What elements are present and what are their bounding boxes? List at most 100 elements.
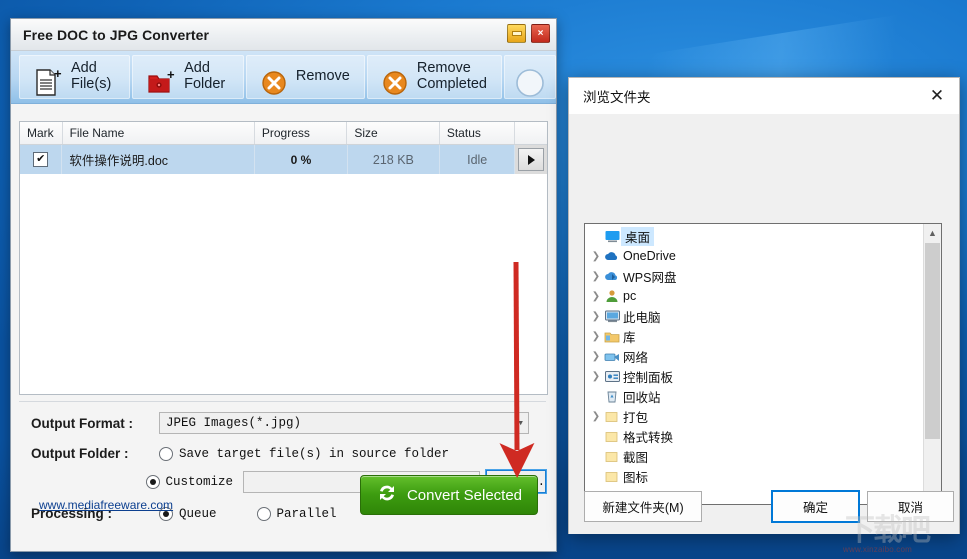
radio-customize-label: Customize xyxy=(165,474,234,489)
dialog-footer: 新建文件夹(M) 确定 取消 xyxy=(569,478,959,534)
column-header-progress[interactable]: Progress xyxy=(255,122,348,144)
chevron-down-icon: ▾ xyxy=(517,418,524,430)
column-header-filename[interactable]: File Name xyxy=(63,122,255,144)
wps-cloud-icon xyxy=(603,270,621,282)
radio-customize[interactable]: Customize xyxy=(145,474,234,489)
tree-item-folder-format-convert[interactable]: 格式转换 xyxy=(585,426,923,446)
cancel-button[interactable]: 取消 xyxy=(867,490,954,522)
help-button[interactable] xyxy=(504,55,556,99)
svg-text:+: + xyxy=(167,68,175,82)
website-link[interactable]: www.mediafreeware.com xyxy=(39,498,173,512)
tree-item-onedrive[interactable]: ❯ OneDrive xyxy=(585,246,923,266)
folder-tree: 桌面 ❯ OneDrive ❯ WPS网盘 ❯ pc ❯ 此电脑 ❯ 库 ❯ 网… xyxy=(584,223,942,505)
remove-completed-label: Remove Completed xyxy=(416,60,487,92)
add-folder-button[interactable]: + Add Folder xyxy=(132,55,244,99)
row-checkbox[interactable]: ✔ xyxy=(33,152,49,167)
network-icon xyxy=(603,350,621,363)
folder-tree-list: 桌面 ❯ OneDrive ❯ WPS网盘 ❯ pc ❯ 此电脑 ❯ 库 ❯ 网… xyxy=(585,224,923,504)
tree-label: 桌面 xyxy=(621,226,655,246)
chevron-right-icon[interactable]: ❯ xyxy=(589,251,603,262)
browse-folder-dialog: 浏览文件夹 ✕ 桌面 ❯ OneDrive ❯ WPS网盘 ❯ pc ❯ 此电脑… xyxy=(568,77,960,534)
scroll-up-icon[interactable]: ▲ xyxy=(924,224,941,241)
control-panel-icon xyxy=(603,370,621,383)
add-files-label: Add File(s) xyxy=(71,60,112,92)
remove-completed-x-icon xyxy=(382,54,408,100)
remove-completed-button[interactable]: Remove Completed xyxy=(366,54,502,100)
output-folder-label: Output Folder : xyxy=(31,446,129,461)
row-mark-cell: ✔ xyxy=(20,145,63,174)
tree-scrollbar[interactable]: ▲ ▼ xyxy=(923,224,941,504)
radio-parallel[interactable]: Parallel xyxy=(256,506,337,521)
tree-item-folder-screenshot[interactable]: 截图 xyxy=(585,446,923,466)
window-controls: × xyxy=(507,24,550,43)
tree-label: WPS网盘 xyxy=(623,270,677,285)
folder-icon xyxy=(603,410,621,423)
svg-text:+: + xyxy=(54,68,62,81)
column-header-mark[interactable]: Mark xyxy=(20,122,63,144)
radio-parallel-label: Parallel xyxy=(276,506,337,521)
help-circle-icon xyxy=(515,52,545,102)
toolbar: + Add File(s) + Add Folder Remove Remove… xyxy=(11,51,556,104)
scrollbar-thumb[interactable] xyxy=(925,243,940,439)
tree-item-recycle-bin[interactable]: 回收站 xyxy=(585,386,923,406)
tree-item-library[interactable]: ❯ 库 xyxy=(585,326,923,346)
title-bar: Free DOC to JPG Converter × xyxy=(11,19,556,51)
user-icon xyxy=(603,289,621,303)
scrollbar-track[interactable] xyxy=(924,241,941,487)
chevron-right-icon[interactable]: ❯ xyxy=(589,411,603,422)
remove-x-icon xyxy=(261,54,287,100)
convert-selected-button[interactable]: Convert Selected xyxy=(360,475,538,515)
document-add-icon: + xyxy=(34,52,62,102)
tree-label: 此电脑 xyxy=(623,310,661,325)
new-folder-button[interactable]: 新建文件夹(M) xyxy=(584,490,702,522)
radio-source-folder[interactable]: Save target file(s) in source folder xyxy=(159,446,449,461)
main-application-window: Free DOC to JPG Converter × + Add File(s… xyxy=(10,18,557,552)
tree-item-network[interactable]: ❯ 网络 xyxy=(585,346,923,366)
output-format-select[interactable]: JPEG Images(*.jpg) ▾ xyxy=(159,412,529,434)
tree-item-control-panel[interactable]: ❯ 控制面板 xyxy=(585,366,923,386)
minimize-button[interactable] xyxy=(507,24,526,43)
watermark-text: www.xinzaibo.com xyxy=(843,545,913,554)
chevron-right-icon[interactable]: ❯ xyxy=(589,331,603,342)
close-icon[interactable]: ✕ xyxy=(915,78,959,114)
column-header-action xyxy=(515,122,547,144)
convert-refresh-icon xyxy=(376,482,398,508)
tree-item-folder-dabao[interactable]: ❯ 打包 xyxy=(585,406,923,426)
tree-label: 控制面板 xyxy=(623,370,674,385)
chevron-right-icon[interactable]: ❯ xyxy=(589,351,603,362)
library-icon xyxy=(603,330,621,343)
tree-item-wps-cloud[interactable]: ❯ WPS网盘 xyxy=(585,266,923,286)
desktop-icon xyxy=(603,230,621,243)
row-status: Idle xyxy=(440,145,516,174)
output-format-label: Output Format : xyxy=(31,415,133,431)
play-icon[interactable] xyxy=(518,148,545,171)
chevron-right-icon[interactable]: ❯ xyxy=(589,291,603,302)
chevron-right-icon[interactable]: ❯ xyxy=(589,311,603,322)
chevron-right-icon[interactable]: ❯ xyxy=(589,371,603,382)
file-list-header: Mark File Name Progress Size Status xyxy=(20,122,547,145)
tree-label: 格式转换 xyxy=(623,430,674,445)
column-header-status[interactable]: Status xyxy=(440,122,516,144)
column-header-size[interactable]: Size xyxy=(347,122,440,144)
tree-item-desktop[interactable]: 桌面 xyxy=(585,226,923,246)
dialog-title-bar: 浏览文件夹 ✕ xyxy=(569,78,959,115)
dialog-body: 桌面 ❯ OneDrive ❯ WPS网盘 ❯ pc ❯ 此电脑 ❯ 库 ❯ 网… xyxy=(569,115,959,534)
folder-add-icon: + xyxy=(147,52,175,102)
tree-item-pc-user[interactable]: ❯ pc xyxy=(585,286,923,306)
radio-queue-label: Queue xyxy=(179,506,217,521)
recycle-bin-icon xyxy=(603,389,621,403)
chevron-right-icon[interactable]: ❯ xyxy=(589,271,603,282)
ok-button[interactable]: 确定 xyxy=(771,489,860,523)
table-row[interactable]: ✔ 软件操作说明.doc 0 % 218 KB Idle xyxy=(20,145,548,174)
add-files-button[interactable]: + Add File(s) xyxy=(19,52,131,102)
this-pc-icon xyxy=(603,310,621,323)
tree-label: 打包 xyxy=(623,410,649,425)
onedrive-cloud-icon xyxy=(603,250,621,262)
folder-icon xyxy=(603,450,621,463)
tree-item-this-pc[interactable]: ❯ 此电脑 xyxy=(585,306,923,326)
file-list: Mark File Name Progress Size Status ✔ 软件… xyxy=(19,121,548,395)
radio-source-folder-indicator xyxy=(159,446,173,461)
remove-button[interactable]: Remove xyxy=(245,54,365,100)
row-action-cell xyxy=(515,145,548,174)
close-button[interactable]: × xyxy=(531,24,550,43)
